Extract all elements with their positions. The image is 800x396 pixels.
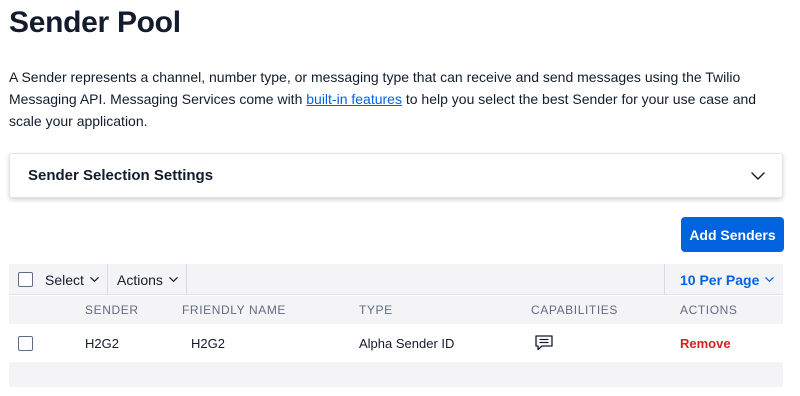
page-title: Sender Pool [9, 6, 181, 39]
select-all-checkbox[interactable] [18, 272, 33, 287]
remove-sender-button[interactable]: Remove [680, 336, 731, 351]
row-checkbox-cell [18, 324, 33, 362]
actions-dropdown[interactable]: Actions [108, 264, 187, 295]
actions-dropdown-label[interactable]: Actions [117, 272, 163, 288]
sender-selection-settings-title: Sender Selection Settings [28, 167, 214, 184]
table-footer [9, 362, 783, 387]
chevron-down-icon[interactable] [750, 168, 766, 184]
sender-cell: H2G2 [85, 335, 119, 351]
column-header-sender: SENDER [85, 303, 139, 317]
type-cell: Alpha Sender ID [359, 335, 455, 351]
built-in-features-link[interactable]: built-in features [306, 91, 402, 107]
select-dropdown-label[interactable]: Select [45, 272, 84, 288]
column-header-capabilities: CAPABILITIES [531, 303, 619, 317]
chevron-down-icon [765, 277, 775, 282]
column-header-actions: ACTIONS [680, 303, 738, 317]
chevron-down-icon [169, 277, 178, 282]
bulk-select-control[interactable]: Select [9, 264, 108, 295]
column-header-friendly-name: FRIENDLY NAME [182, 303, 287, 317]
add-senders-button[interactable]: Add Senders [681, 217, 784, 252]
capabilities-cell [534, 324, 554, 362]
intro-paragraph: A Sender represents a channel, number ty… [9, 66, 789, 132]
sender-selection-settings-accordion[interactable]: Sender Selection Settings [9, 153, 783, 198]
friendly-name-cell: H2G2 [191, 335, 225, 351]
column-header-type: TYPE [359, 303, 393, 317]
message-icon [535, 335, 553, 351]
chevron-down-icon [90, 277, 99, 282]
row-select-checkbox[interactable] [18, 335, 33, 351]
per-page-dropdown[interactable]: 10 Per Page [664, 264, 783, 295]
table-header: SENDER FRIENDLY NAME TYPE CAPABILITIES A… [9, 296, 783, 324]
actions-cell: Remove [680, 324, 731, 362]
table-row: H2G2 H2G2 Alpha Sender ID Remove [9, 324, 783, 362]
table-toolbar: Select Actions 10 Per Page [9, 264, 783, 295]
per-page-label[interactable]: 10 Per Page [680, 272, 759, 288]
